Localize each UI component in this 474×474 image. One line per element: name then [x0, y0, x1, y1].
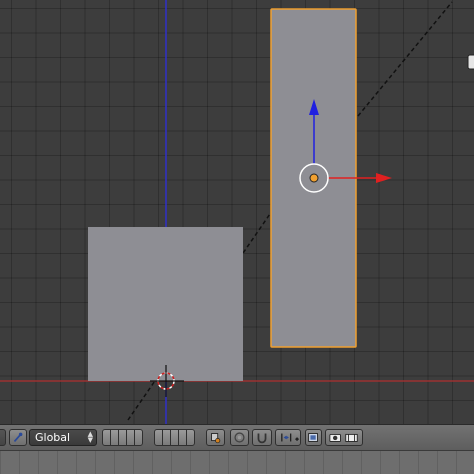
snap-toggle-button[interactable] [252, 429, 272, 446]
timeline-panel[interactable] [0, 450, 474, 474]
navigation-widget-icon[interactable] [467, 54, 474, 70]
layer-cell[interactable] [134, 429, 143, 446]
opengl-render-buttons[interactable] [325, 429, 363, 446]
snap-element-icon: ◆ [281, 433, 300, 443]
dropdown-arrows-icon: ▲ ▼ [87, 430, 93, 444]
transform-orientation-dropdown[interactable]: Global ▲ ▼ [29, 429, 97, 446]
parent-relationship-line-extension [357, 1, 453, 117]
mesh-select-icon [211, 433, 221, 444]
unselected-mesh-object[interactable] [88, 227, 243, 381]
layer-cell[interactable] [186, 429, 195, 446]
render-icon [308, 433, 318, 442]
camera-render-icon [329, 433, 358, 442]
proportional-edit-button[interactable] [230, 429, 249, 446]
snap-magnet-icon [257, 433, 267, 444]
viewport-header-toolbar: Global ▲ ▼ ◆ [0, 424, 474, 450]
layer-grid-2[interactable] [154, 429, 195, 446]
mode-selector-button[interactable] [0, 429, 6, 446]
viewport-scene [0, 0, 474, 424]
render-toggle-button[interactable] [305, 429, 322, 446]
3d-viewport[interactable] [0, 0, 474, 424]
object-origin-icon [309, 173, 319, 183]
snap-element-dropdown[interactable]: ◆ [275, 429, 301, 446]
mesh-select-button[interactable] [206, 429, 225, 446]
layer-grid-1[interactable] [102, 429, 143, 446]
pivot-point-button[interactable] [9, 429, 27, 446]
x-manipulator-arrow-icon[interactable] [376, 173, 392, 183]
pivot-point-icon [13, 432, 23, 443]
proportional-edit-icon [234, 432, 245, 443]
orientation-label: Global [35, 431, 71, 444]
svg-text:◆: ◆ [295, 437, 300, 443]
